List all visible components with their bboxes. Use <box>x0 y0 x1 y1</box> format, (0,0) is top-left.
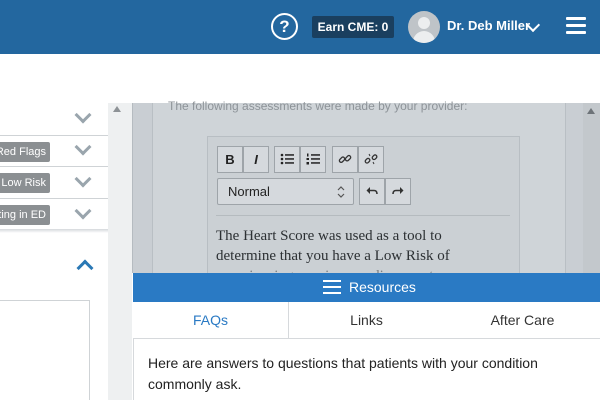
undo-icon <box>366 187 378 195</box>
numbered-list-icon <box>306 153 320 165</box>
status-badge: Low Risk <box>0 173 50 193</box>
question-circle-icon[interactable]: ? <box>271 13 298 40</box>
bulleted-list-icon <box>280 153 294 165</box>
list-item[interactable]: Red Flags <box>0 135 108 167</box>
top-navigation-bar: ? Earn CME: 0 Dr. Deb Miller <box>0 0 600 54</box>
editor-divider <box>216 215 510 216</box>
scroll-up-arrow-icon[interactable] <box>587 108 595 114</box>
user-name-menu[interactable]: Dr. Deb Miller <box>447 18 530 33</box>
link-icon <box>338 154 352 164</box>
redo-button[interactable] <box>385 178 411 205</box>
menu-lines-icon <box>323 280 341 294</box>
faq-intro-text: Here are answers to questions that patie… <box>148 355 538 392</box>
avatar-head <box>418 17 430 29</box>
unlink-icon <box>364 153 378 165</box>
left-content-box <box>0 300 90 400</box>
format-select-value: Normal <box>228 184 270 199</box>
user-avatar-icon[interactable] <box>408 11 440 43</box>
earn-cme-button[interactable]: Earn CME: 0 <box>312 16 394 38</box>
hamburger-menu-icon[interactable] <box>566 16 586 36</box>
bulleted-list-button[interactable] <box>274 146 300 173</box>
tab-faqs[interactable]: FAQs <box>133 302 288 338</box>
list-item[interactable]: ting in ED <box>0 199 108 231</box>
undo-button[interactable] <box>359 178 385 205</box>
assessment-intro: The following assessments were made by y… <box>168 99 468 113</box>
link-button[interactable] <box>332 146 358 173</box>
avatar-body <box>413 31 435 43</box>
status-badge: Red Flags <box>0 142 50 162</box>
resources-title: Resources <box>349 279 416 295</box>
scrollbar[interactable] <box>583 103 600 273</box>
italic-button[interactable]: I <box>243 146 269 173</box>
resources-header[interactable]: Resources <box>133 273 600 302</box>
select-arrows-icon <box>337 186 345 198</box>
editor-line: determine that you have a Low Risk of <box>216 248 450 264</box>
scroll-up-arrow-icon[interactable] <box>113 106 121 112</box>
status-badge: ting in ED <box>0 205 50 225</box>
tab-after-care[interactable]: After Care <box>445 302 600 338</box>
scrollbar[interactable] <box>108 103 132 400</box>
unlink-button[interactable] <box>358 146 384 173</box>
resources-tabs: FAQs Links After Care <box>133 302 600 339</box>
numbered-list-button[interactable] <box>300 146 326 173</box>
redo-icon <box>392 187 404 195</box>
tab-links[interactable]: Links <box>289 302 444 338</box>
section-divider <box>0 229 108 233</box>
bold-button[interactable]: B <box>217 146 243 173</box>
editor-line: The Heart Score was used as a tool to <box>216 228 442 244</box>
format-select[interactable]: Normal <box>217 178 354 205</box>
list-item[interactable]: Low Risk <box>0 167 108 199</box>
